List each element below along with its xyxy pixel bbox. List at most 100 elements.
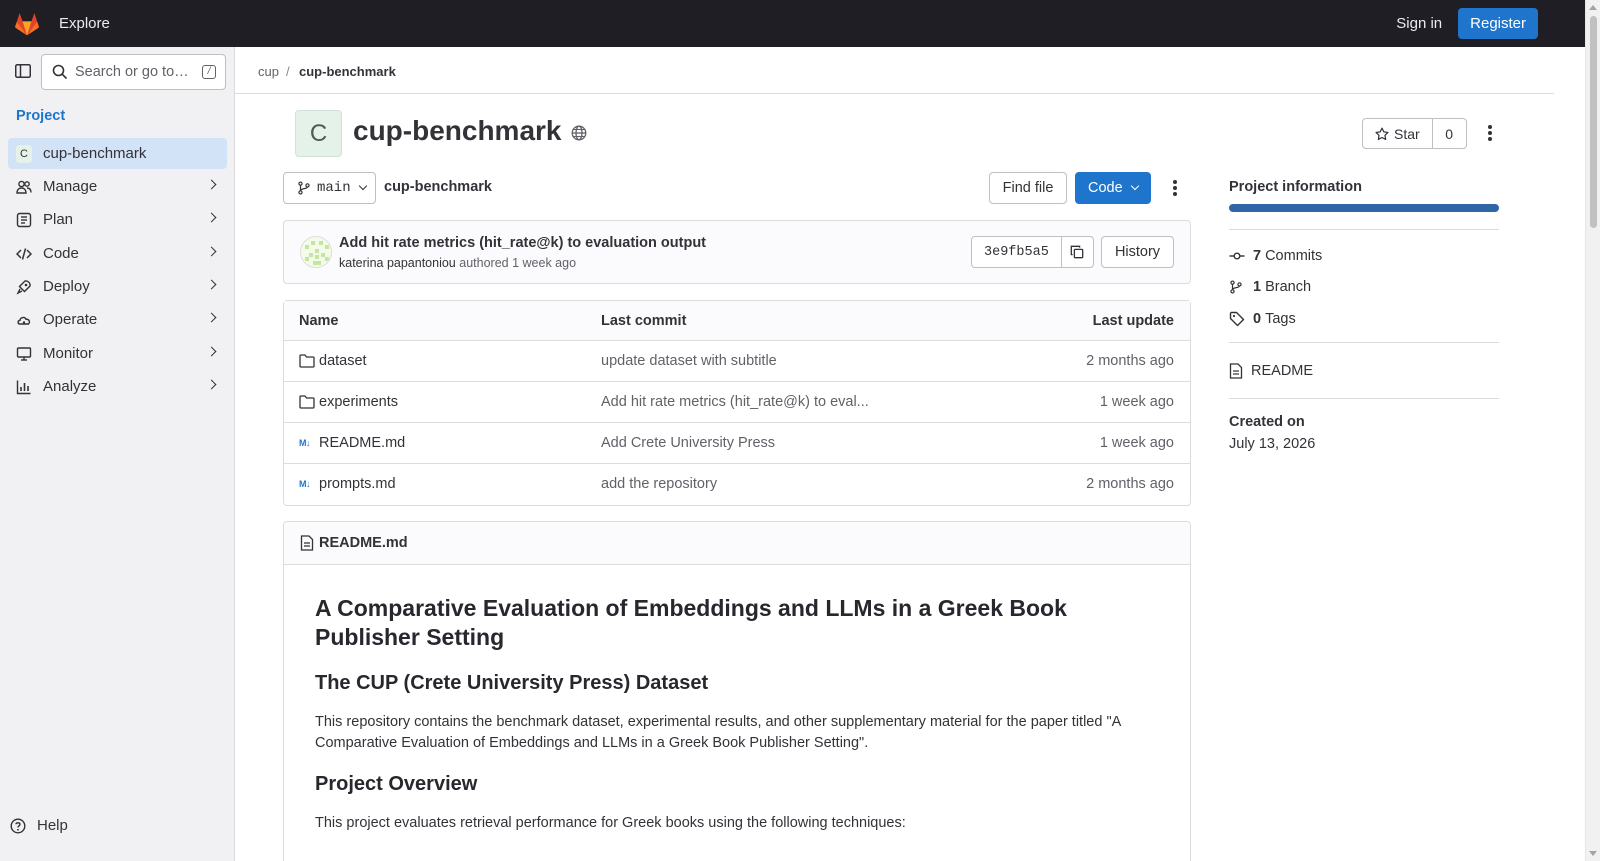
branches-link[interactable]: 1 Branch — [1229, 279, 1311, 295]
file-last-update: 2 months ago — [1086, 353, 1174, 369]
star-icon — [1375, 127, 1389, 140]
chevron-right-icon — [206, 212, 217, 223]
scroll-up-arrow-icon[interactable] — [1589, 5, 1597, 10]
tags-link[interactable]: 0 Tags — [1229, 311, 1296, 327]
divider — [1229, 342, 1499, 343]
readme-paragraph-overview: This project evaluates retrieval perform… — [315, 815, 906, 831]
tags-label: Tags — [1265, 311, 1296, 327]
gitlab-logo-icon[interactable] — [13, 10, 41, 38]
folder-icon — [299, 395, 315, 409]
users-icon — [16, 179, 32, 195]
readme-heading-overview: Project Overview — [315, 773, 478, 795]
file-last-commit[interactable]: Add hit rate metrics (hit_rate@k) to eva… — [601, 394, 869, 410]
register-button[interactable]: Register — [1458, 8, 1538, 39]
copy-sha-button[interactable] — [1062, 237, 1093, 267]
readme-content: A Comparative Evaluation of Embeddings a… — [284, 565, 1190, 834]
commits-link[interactable]: 7 Commits — [1229, 248, 1322, 264]
language-bar[interactable] — [1229, 204, 1499, 212]
commit-time: 1 week ago — [512, 256, 577, 270]
sidebar-item-deploy[interactable]: Deploy — [8, 271, 227, 302]
help-icon — [10, 817, 26, 834]
file-name[interactable]: README.md — [319, 435, 405, 451]
file-last-commit[interactable]: update dataset with subtitle — [601, 353, 777, 369]
sidebar-item-label: Manage — [43, 178, 98, 195]
file-last-commit[interactable]: Add Crete University Press — [601, 435, 775, 451]
branch-selector[interactable]: main — [283, 172, 376, 204]
created-on-label: Created on — [1229, 414, 1305, 430]
tags-count: 0 — [1253, 311, 1262, 327]
sidebar-item-code[interactable]: Code — [8, 238, 227, 269]
avatar[interactable] — [300, 236, 332, 268]
branch-icon — [1229, 279, 1245, 295]
table-row[interactable]: experiments Add hit rate metrics (hit_ra… — [284, 382, 1190, 423]
table-row[interactable]: M↓ README.md Add Crete University Press … — [284, 423, 1190, 464]
sidebar-toggle-icon[interactable] — [15, 64, 31, 78]
sidebar-item-project[interactable]: C cup-benchmark — [8, 138, 227, 169]
file-name[interactable]: experiments — [319, 394, 398, 410]
readme-header: README.md — [284, 522, 1190, 565]
branch-icon — [298, 181, 310, 195]
commit-message[interactable]: Add hit rate metrics (hit_rate@k) to eva… — [339, 235, 706, 251]
file-name[interactable]: dataset — [319, 353, 367, 369]
breadcrumb-project[interactable]: cup-benchmark — [299, 64, 396, 79]
commit-sha[interactable]: 3e9fb5a5 — [972, 237, 1062, 267]
chevron-right-icon — [206, 179, 217, 190]
repo-actions-menu-icon[interactable] — [1173, 180, 1177, 198]
globe-icon — [571, 125, 587, 141]
column-header-last-commit: Last commit — [601, 313, 687, 329]
sidebar-item-analyze[interactable]: Analyze — [8, 371, 227, 402]
scroll-down-arrow-icon[interactable] — [1589, 851, 1597, 856]
star-button[interactable]: Star — [1363, 119, 1433, 148]
chevron-right-icon — [206, 279, 217, 290]
explore-link[interactable]: Explore — [59, 15, 110, 32]
help-link[interactable]: Help — [10, 817, 68, 834]
breadcrumb-group[interactable]: cup — [258, 64, 279, 79]
page-scrollbar[interactable] — [1585, 0, 1600, 861]
markdown-icon: M↓ — [299, 479, 311, 489]
monitor-icon — [16, 346, 32, 362]
code-dropdown-button[interactable]: Code — [1075, 172, 1151, 204]
sign-in-link[interactable]: Sign in — [1396, 15, 1442, 32]
commit-author[interactable]: katerina papantoniou — [339, 256, 456, 270]
chevron-right-icon — [206, 379, 217, 390]
readme-filename[interactable]: README.md — [319, 535, 408, 551]
search-placeholder: Search or go to… — [75, 64, 189, 80]
file-name[interactable]: prompts.md — [319, 476, 396, 492]
table-row[interactable]: M↓ prompts.md add the repository 2 month… — [284, 464, 1190, 505]
star-button-group: Star 0 — [1362, 118, 1467, 149]
cloud-gear-icon — [16, 312, 32, 328]
repo-path[interactable]: cup-benchmark — [384, 179, 492, 195]
branches-count: 1 — [1253, 279, 1262, 295]
chevron-down-icon — [358, 181, 367, 191]
project-actions-menu-icon[interactable] — [1488, 125, 1492, 143]
last-commit-panel: Add hit rate metrics (hit_rate@k) to eva… — [283, 220, 1191, 284]
file-last-commit[interactable]: add the repository — [601, 476, 717, 492]
project-avatar: C — [295, 110, 342, 157]
table-row[interactable]: dataset update dataset with subtitle 2 m… — [284, 341, 1190, 382]
code-icon — [16, 246, 32, 262]
page-title: cup-benchmark — [353, 115, 562, 146]
readme-panel: README.md A Comparative Evaluation of Em… — [283, 521, 1191, 861]
chevron-right-icon — [206, 312, 217, 323]
sidebar-item-manage[interactable]: Manage — [8, 171, 227, 202]
tag-icon — [1229, 311, 1245, 327]
star-count[interactable]: 0 — [1433, 119, 1466, 148]
sidebar-item-operate[interactable]: Operate — [8, 304, 227, 335]
created-on-date: July 13, 2026 — [1229, 436, 1316, 452]
search-input[interactable]: Search or go to… / — [41, 54, 226, 90]
sidebar-item-plan[interactable]: Plan — [8, 204, 227, 235]
rocket-icon — [16, 279, 32, 295]
history-button[interactable]: History — [1101, 236, 1174, 268]
sidebar-item-label: Plan — [43, 211, 74, 228]
column-header-last-update: Last update — [1092, 313, 1174, 329]
sidebar-item-label: Code — [43, 245, 79, 262]
file-last-update: 2 months ago — [1086, 476, 1174, 492]
sidebar-item-monitor[interactable]: Monitor — [8, 338, 227, 369]
scrollbar-thumb[interactable] — [1590, 16, 1597, 228]
project-avatar-icon: C — [16, 144, 32, 163]
branches-label: Branch — [1265, 279, 1312, 295]
sidebar: Search or go to… / Project C cup-benchma… — [0, 47, 235, 861]
project-info-title: Project information — [1229, 179, 1362, 195]
readme-link[interactable]: README — [1229, 363, 1313, 379]
find-file-button[interactable]: Find file — [989, 172, 1067, 204]
